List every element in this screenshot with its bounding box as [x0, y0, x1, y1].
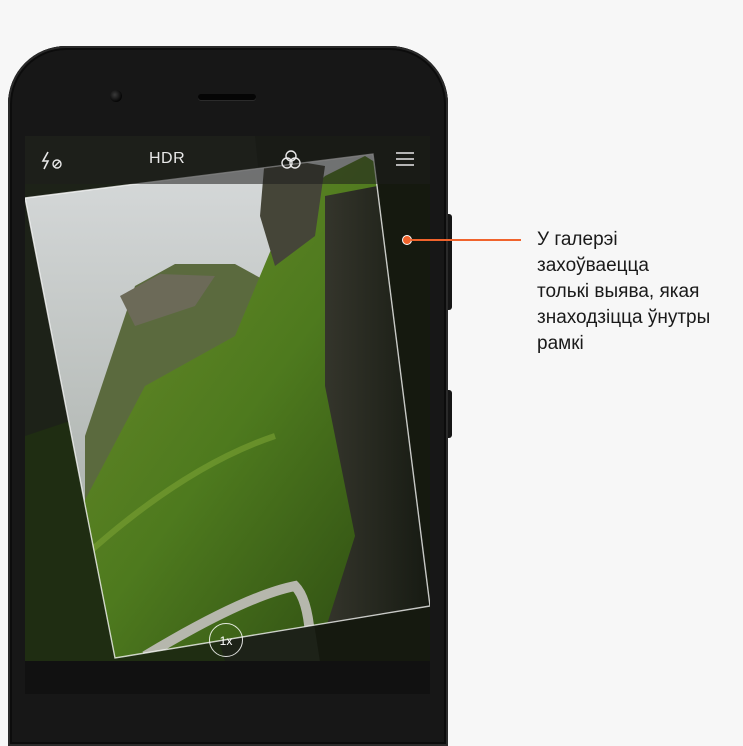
hdr-icon[interactable]: HDR	[149, 150, 185, 168]
callout-text: У галерэі захоўваецца толькі выява, якая…	[537, 229, 711, 354]
flash-auto-icon[interactable]	[39, 148, 67, 172]
zoom-button[interactable]: 1x	[209, 623, 243, 657]
earpiece	[198, 94, 256, 100]
callout-line	[411, 239, 521, 241]
front-camera	[110, 90, 122, 102]
camera-toolbar	[25, 136, 430, 184]
menu-icon[interactable]	[396, 151, 414, 167]
camera-viewfinder[interactable]: HDR 1x	[25, 136, 430, 694]
filters-icon[interactable]	[279, 148, 303, 172]
hdr-label: HDR	[149, 150, 186, 167]
framed-photo	[25, 136, 430, 694]
camera-bottom-bar	[25, 661, 430, 694]
